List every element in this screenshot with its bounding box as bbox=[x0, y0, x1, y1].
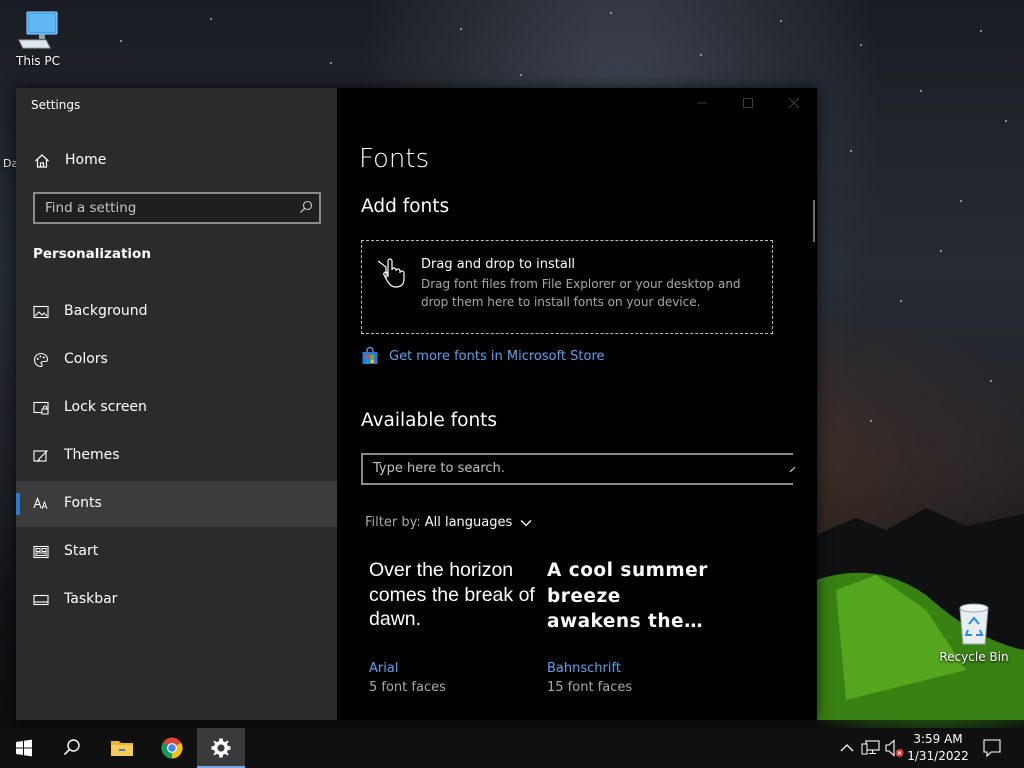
minimize-icon bbox=[697, 102, 707, 104]
taskbar-icon bbox=[33, 594, 49, 606]
nav-item-label: Fonts bbox=[64, 495, 102, 511]
network-icon[interactable] bbox=[861, 728, 881, 768]
chrome-taskbar-button[interactable] bbox=[148, 728, 196, 768]
available-fonts-heading: Available fonts bbox=[361, 410, 498, 431]
nav-item-start[interactable]: Start bbox=[16, 529, 337, 575]
nav-item-label: Start bbox=[64, 543, 99, 559]
fonts-page: Fonts Add fonts Drag and drop to install… bbox=[337, 88, 817, 720]
filter-value: All languages bbox=[424, 515, 513, 530]
recycle-bin-label: Recycle Bin bbox=[939, 650, 1009, 664]
nav-item-colors[interactable]: Colors bbox=[16, 337, 337, 383]
font-card-arial[interactable]: Over the horizon comes the break of dawn… bbox=[369, 558, 539, 695]
settings-taskbar-button[interactable] bbox=[197, 728, 245, 768]
font-name: Bahnschrift bbox=[547, 661, 621, 676]
show-hidden-icons-chevron-up-icon[interactable] bbox=[838, 728, 856, 768]
font-face-count: 5 font faces bbox=[369, 680, 446, 695]
search-icon bbox=[63, 739, 80, 756]
home-icon bbox=[35, 154, 49, 168]
page-title: Fonts bbox=[359, 144, 430, 174]
nav-item-lock-screen[interactable]: Lock screen bbox=[16, 385, 337, 431]
find-setting-placeholder: Find a setting bbox=[45, 200, 137, 216]
gear-icon bbox=[211, 738, 231, 758]
filter-label: Filter by: bbox=[365, 515, 421, 530]
font-drop-zone[interactable]: Drag and drop to install Drag font files… bbox=[361, 240, 773, 334]
nav-item-fonts[interactable]: Fonts bbox=[16, 481, 337, 527]
drag-hand-icon bbox=[377, 258, 405, 288]
close-button[interactable] bbox=[771, 88, 817, 118]
microsoft-store-link[interactable]: Get more fonts in Microsoft Store bbox=[361, 347, 605, 365]
recycle-bin-icon bbox=[959, 603, 989, 645]
home-nav-item[interactable]: Home bbox=[16, 146, 337, 176]
font-face-count: 15 font faces bbox=[547, 680, 633, 695]
font-sample: A cool summer breeze awakens the… bbox=[547, 560, 708, 632]
this-pc-desktop-icon[interactable]: This PC bbox=[2, 8, 74, 68]
find-setting-search-box[interactable]: Find a setting bbox=[33, 192, 321, 224]
nav-item-taskbar[interactable]: Taskbar bbox=[16, 577, 337, 623]
add-fonts-heading: Add fonts bbox=[361, 196, 450, 217]
chrome-icon bbox=[161, 737, 183, 759]
system-clock[interactable]: 3:59 AM 1/31/2022 bbox=[900, 731, 976, 765]
nav-item-themes[interactable]: Themes bbox=[16, 433, 337, 479]
scrollbar-thumb[interactable] bbox=[813, 200, 815, 242]
store-link-label: Get more fonts in Microsoft Store bbox=[389, 348, 605, 364]
nav-item-background[interactable]: Background bbox=[16, 289, 337, 335]
drop-description: Drag font files from File Explorer or yo… bbox=[421, 277, 741, 309]
close-icon bbox=[788, 97, 800, 109]
picture-icon bbox=[33, 305, 49, 319]
search-icon[interactable] bbox=[299, 200, 313, 214]
notifications-icon[interactable] bbox=[981, 728, 1003, 768]
section-heading: Personalization bbox=[33, 246, 151, 262]
themes-icon bbox=[33, 450, 48, 463]
clock-date: 1/31/2022 bbox=[907, 749, 969, 763]
language-filter-dropdown[interactable]: Filter by: All languages bbox=[365, 515, 532, 530]
computer-icon bbox=[18, 11, 58, 49]
palette-icon bbox=[33, 352, 49, 368]
search-icon[interactable] bbox=[787, 461, 795, 475]
recycle-bin-desktop-icon[interactable]: Recycle Bin bbox=[938, 600, 1010, 664]
taskbar-search-button[interactable] bbox=[48, 728, 96, 768]
font-search-placeholder: Type here to search. bbox=[373, 461, 505, 476]
lock-screen-icon bbox=[33, 401, 49, 415]
taskbar: 3:59 AM 1/31/2022 bbox=[0, 728, 1024, 768]
clock-time: 3:59 AM bbox=[913, 732, 963, 746]
nav-item-label: Lock screen bbox=[64, 399, 147, 415]
fonts-icon bbox=[33, 496, 48, 510]
chevron-down-icon bbox=[520, 519, 532, 526]
settings-window: Settings Home Find a setting Personaliza… bbox=[16, 88, 817, 720]
maximize-icon bbox=[743, 98, 753, 108]
start-icon bbox=[33, 545, 49, 559]
start-button[interactable] bbox=[0, 728, 48, 768]
nav-item-label: Taskbar bbox=[64, 591, 118, 607]
nav-item-label: Themes bbox=[64, 447, 120, 463]
font-name: Arial bbox=[369, 661, 399, 676]
nav-item-label: Background bbox=[64, 303, 148, 319]
window-controls bbox=[679, 88, 817, 118]
file-explorer-taskbar-button[interactable] bbox=[98, 728, 146, 768]
font-card-bahnschrift[interactable]: A cool summer breeze awakens the… Bahnsc… bbox=[547, 558, 717, 695]
settings-sidebar: Settings Home Find a setting Personaliza… bbox=[16, 88, 337, 720]
nav-item-label: Colors bbox=[64, 351, 108, 367]
minimize-button[interactable] bbox=[679, 88, 725, 118]
this-pc-label: This PC bbox=[16, 54, 60, 68]
window-title: Settings bbox=[31, 98, 81, 112]
font-sample: Over the horizon comes the break of dawn… bbox=[369, 559, 535, 630]
home-label: Home bbox=[65, 152, 107, 168]
maximize-button[interactable] bbox=[725, 88, 771, 118]
folder-icon bbox=[111, 741, 133, 756]
windows-logo-icon bbox=[16, 739, 32, 757]
store-icon bbox=[362, 347, 378, 364]
font-search-input[interactable]: Type here to search. bbox=[361, 453, 795, 485]
drop-title: Drag and drop to install bbox=[421, 257, 576, 272]
